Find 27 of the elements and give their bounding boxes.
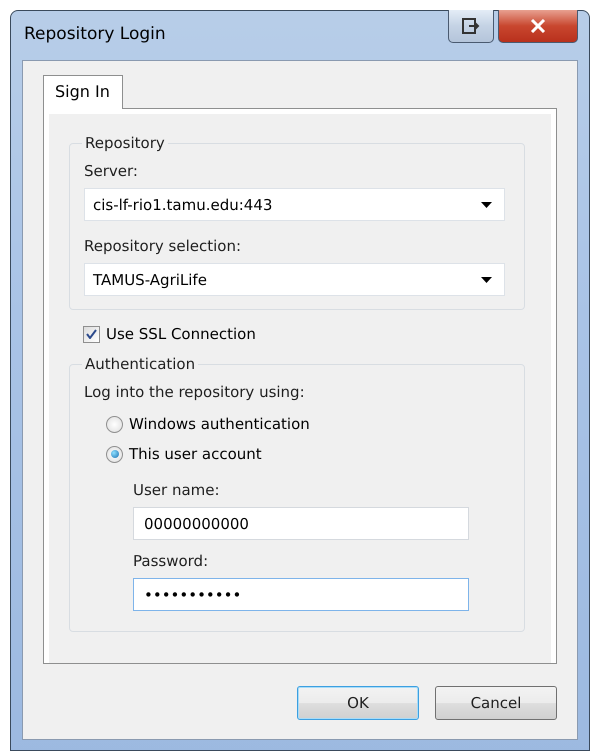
prompt-text: Log into the repository using:: [84, 383, 306, 401]
dialog-button[interactable]: Cancel: [435, 686, 557, 720]
radio-button[interactable]: [106, 446, 123, 462]
dropdown-arrow-icon: [481, 202, 492, 208]
close-button[interactable]: [498, 10, 578, 43]
window-button[interactable]: [448, 10, 494, 43]
username-field[interactable]: 00000000000: [133, 507, 469, 540]
dialog-button[interactable]: OK: [297, 686, 419, 720]
password-field[interactable]: •••••••••••: [133, 578, 469, 611]
group-title: Authentication: [84, 355, 196, 373]
close-icon: [530, 19, 546, 33]
dropdown-arrow-icon: [481, 276, 492, 282]
radio-button[interactable]: [106, 416, 123, 432]
server-dropdown[interactable]: cis-lf-rio1.tamu.edu:443: [84, 188, 505, 221]
field-label: Repository selection:: [84, 237, 242, 255]
field-label: User name:: [133, 481, 221, 499]
checkbox-label: Use SSL Connection: [106, 325, 256, 343]
radio-label: This user account: [129, 445, 262, 463]
tab[interactable]: Sign In: [43, 75, 123, 109]
radio-label: Windows authentication: [129, 415, 310, 433]
window-icon: [462, 18, 480, 34]
group-title: Repository: [84, 134, 166, 152]
checkbox[interactable]: [83, 326, 100, 342]
repository-dropdown[interactable]: TAMUS-AgriLife: [84, 263, 505, 296]
field-label: Server:: [84, 162, 139, 180]
window-title: Repository Login: [24, 24, 167, 44]
field-label: Password:: [133, 552, 210, 570]
